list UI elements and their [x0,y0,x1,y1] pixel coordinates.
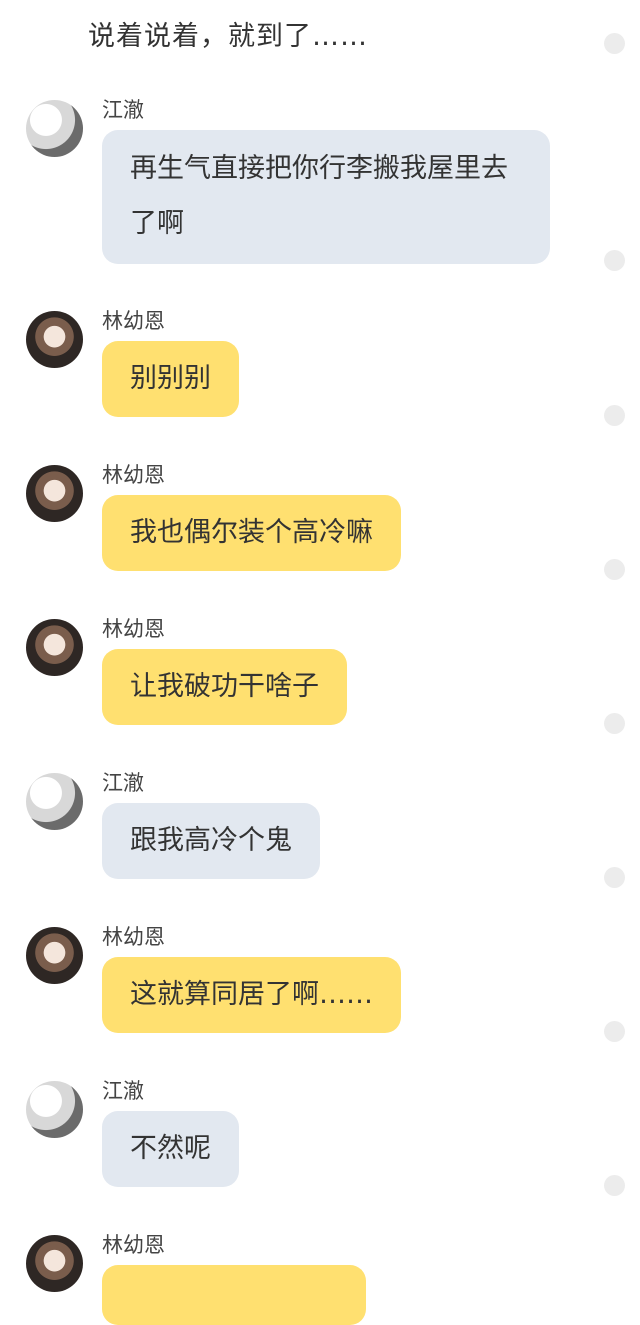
message-bubble[interactable] [102,1265,366,1325]
sender-name: 江澈 [102,98,144,122]
message-bubble[interactable]: 这就算同居了啊…… [102,957,401,1033]
scroll-dot[interactable] [604,1021,625,1042]
avatar[interactable] [26,311,83,368]
message-bubble[interactable]: 我也偶尔装个高冷嘛 [102,495,401,571]
sender-name: 江澈 [102,771,144,795]
sender-name: 林幼恩 [102,617,165,641]
sender-name: 江澈 [102,1079,144,1103]
sender-name: 林幼恩 [102,925,165,949]
message-bubble[interactable]: 让我破功干啥子 [102,649,347,725]
avatar[interactable] [26,619,83,676]
narration-text: 说着说着，就到了…… [88,21,368,52]
scroll-dot[interactable] [604,250,625,271]
message-bubble[interactable]: 跟我高冷个鬼 [102,803,320,879]
scroll-dot[interactable] [604,713,625,734]
message-bubble[interactable]: 再生气直接把你行李搬我屋里去了啊 [102,130,550,264]
avatar[interactable] [26,1235,83,1292]
avatar[interactable] [26,100,83,157]
avatar[interactable] [26,1081,83,1138]
avatar[interactable] [26,465,83,522]
avatar[interactable] [26,773,83,830]
scroll-dot[interactable] [604,867,625,888]
scroll-dot[interactable] [604,1175,625,1196]
sender-name: 林幼恩 [102,309,165,333]
sender-name: 林幼恩 [102,463,165,487]
message-bubble[interactable]: 不然呢 [102,1111,239,1187]
scroll-dot[interactable] [604,405,625,426]
avatar[interactable] [26,927,83,984]
scroll-dot[interactable] [604,559,625,580]
sender-name: 林幼恩 [102,1233,165,1257]
message-bubble[interactable]: 别别别 [102,341,239,417]
scroll-dot[interactable] [604,33,625,54]
